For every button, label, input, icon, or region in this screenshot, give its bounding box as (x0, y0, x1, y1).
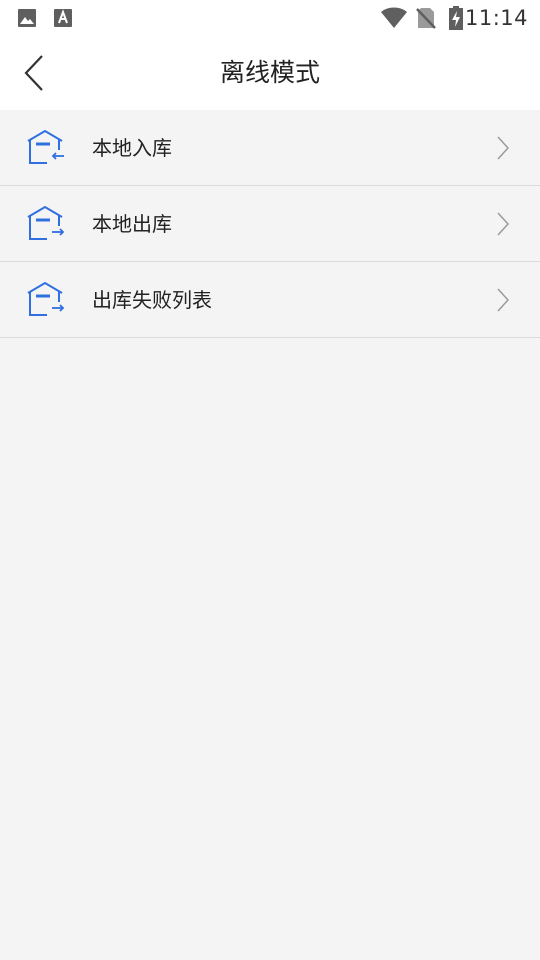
menu-item-outbound-failures[interactable]: 出库失败列表 (0, 262, 540, 338)
chevron-right-icon (497, 212, 510, 236)
no-sim-icon (416, 8, 436, 29)
status-time: 11:14 (464, 6, 528, 30)
font-a-icon (54, 9, 72, 27)
warehouse-out-icon (27, 281, 65, 316)
status-bar: 11:14 (0, 0, 540, 36)
menu-item-label: 本地入库 (92, 136, 172, 160)
chevron-right-icon (497, 136, 510, 160)
menu-item-label: 本地出库 (92, 212, 172, 236)
warehouse-in-icon (27, 129, 64, 164)
page-title: 离线模式 (219, 58, 320, 87)
image-icon (18, 9, 36, 27)
warehouse-out-icon (27, 205, 65, 240)
menu-item-local-inbound[interactable]: 本地入库 (0, 110, 540, 186)
header: 离线模式 (0, 36, 540, 110)
menu-item-local-outbound[interactable]: 本地出库 (0, 186, 540, 262)
wifi-icon (381, 7, 407, 28)
menu-list: 本地入库 本地出库 出库失败列表 (0, 110, 540, 338)
chevron-right-icon (497, 288, 510, 312)
battery-charging-icon (449, 6, 463, 30)
menu-item-label: 出库失败列表 (92, 288, 212, 312)
